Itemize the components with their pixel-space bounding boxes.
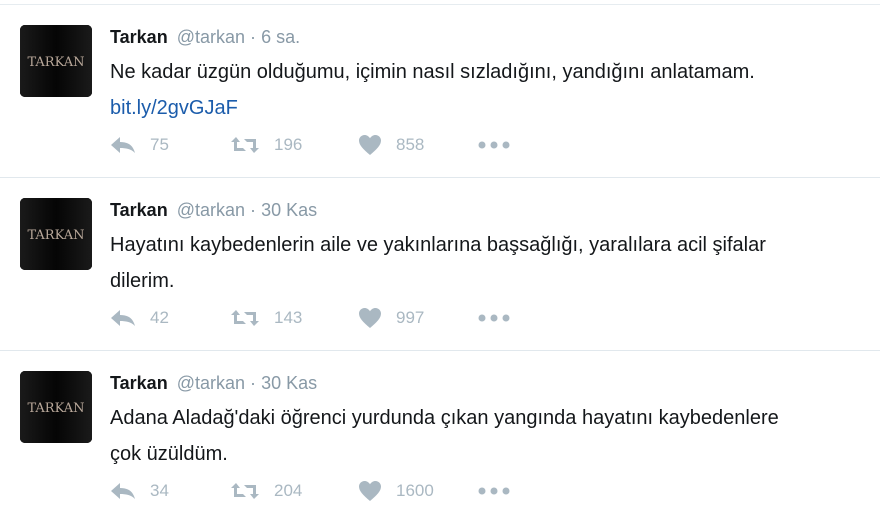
- author-handle[interactable]: @tarkan: [177, 27, 245, 47]
- avatar-logo-text: TARKAN: [27, 228, 84, 243]
- retweet-icon: [231, 137, 259, 153]
- tweet-text: Hayatını kaybedenlerin aile ve yakınları…: [110, 227, 810, 299]
- tweet-timestamp[interactable]: 30 Kas: [261, 373, 317, 393]
- like-count: 858: [396, 135, 425, 154]
- reply-icon: [111, 137, 135, 153]
- reply-icon: [111, 310, 135, 326]
- tweet-actions: 42 143 997: [110, 306, 530, 330]
- avatar[interactable]: TARKAN: [20, 25, 92, 97]
- like-count: 1600: [396, 481, 434, 500]
- reply-button[interactable]: 34: [110, 479, 169, 503]
- tweet-header: Tarkan @tarkan · 30 Kas: [110, 198, 317, 222]
- avatar[interactable]: TARKAN: [20, 371, 92, 443]
- retweet-count: 204: [274, 481, 303, 500]
- retweet-count: 196: [274, 135, 303, 154]
- reply-icon: [111, 483, 135, 499]
- author-name[interactable]: Tarkan: [110, 200, 168, 220]
- retweet-icon: [231, 310, 259, 326]
- heart-icon: [359, 135, 381, 155]
- tweet-body: Adana Aladağ'daki öğrenci yurdunda çıkan…: [110, 407, 779, 465]
- tweet[interactable]: TARKAN Tarkan @tarkan · 30 Kas Adana Ala…: [0, 351, 880, 524]
- tweet[interactable]: TARKAN Tarkan @tarkan · 6 sa. Ne kadar ü…: [0, 5, 880, 178]
- like-button[interactable]: 858: [358, 133, 424, 157]
- tweet-body: Ne kadar üzgün olduğumu, içimin nasıl sı…: [110, 61, 755, 83]
- retweet-icon: [231, 483, 259, 499]
- reply-count: 75: [150, 135, 169, 154]
- more-button[interactable]: [478, 133, 524, 157]
- like-button[interactable]: 1600: [358, 479, 434, 503]
- tweet-text: Adana Aladağ'daki öğrenci yurdunda çıkan…: [110, 400, 810, 472]
- more-button[interactable]: [478, 479, 524, 503]
- heart-icon: [359, 481, 381, 501]
- separator: ·: [250, 373, 257, 393]
- like-button[interactable]: 997: [358, 306, 424, 330]
- heart-icon: [359, 308, 381, 328]
- tweet-body: Hayatını kaybedenlerin aile ve yakınları…: [110, 234, 766, 292]
- separator: ·: [250, 27, 257, 47]
- tweet-text: Ne kadar üzgün olduğumu, içimin nasıl sı…: [110, 54, 810, 126]
- avatar-logo-text: TARKAN: [27, 401, 84, 416]
- more-icon: [478, 314, 510, 322]
- reply-button[interactable]: 42: [110, 306, 169, 330]
- like-count: 997: [396, 308, 425, 327]
- tweet-link[interactable]: bit.ly/2gvGJaF: [110, 97, 238, 119]
- reply-count: 42: [150, 308, 169, 327]
- tweet[interactable]: TARKAN Tarkan @tarkan · 30 Kas Hayatını …: [0, 178, 880, 351]
- author-name[interactable]: Tarkan: [110, 373, 168, 393]
- retweet-count: 143: [274, 308, 303, 327]
- tweet-timestamp[interactable]: 30 Kas: [261, 200, 317, 220]
- reply-count: 34: [150, 481, 169, 500]
- retweet-button[interactable]: 196: [230, 133, 302, 157]
- retweet-button[interactable]: 204: [230, 479, 302, 503]
- tweet-header: Tarkan @tarkan · 6 sa.: [110, 25, 300, 49]
- tweet-actions: 75 196 858: [110, 133, 530, 157]
- author-handle[interactable]: @tarkan: [177, 373, 245, 393]
- tweet-timestamp[interactable]: 6 sa.: [261, 27, 300, 47]
- author-name[interactable]: Tarkan: [110, 27, 168, 47]
- author-handle[interactable]: @tarkan: [177, 200, 245, 220]
- more-button[interactable]: [478, 306, 524, 330]
- retweet-button[interactable]: 143: [230, 306, 302, 330]
- reply-button[interactable]: 75: [110, 133, 169, 157]
- avatar-logo-text: TARKAN: [27, 55, 84, 70]
- separator: ·: [250, 200, 257, 220]
- more-icon: [478, 487, 510, 495]
- tweet-actions: 34 204 1600: [110, 479, 530, 503]
- more-icon: [478, 141, 510, 149]
- avatar[interactable]: TARKAN: [20, 198, 92, 270]
- tweet-header: Tarkan @tarkan · 30 Kas: [110, 371, 317, 395]
